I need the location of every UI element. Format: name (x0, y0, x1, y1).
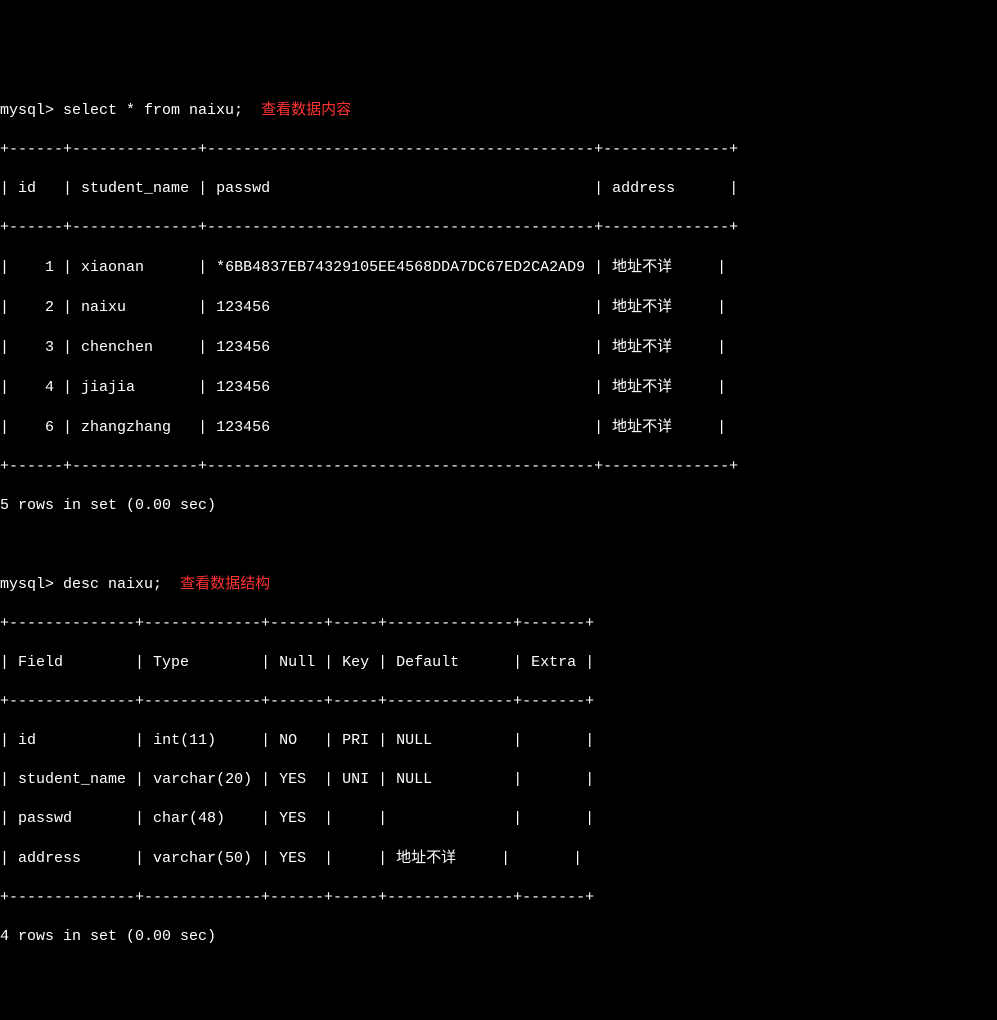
query2-command-line: mysql> desc naixu; 查看数据结构 (0, 574, 997, 595)
mysql-prompt: mysql> (0, 576, 54, 593)
table2-row: | address | varchar(50) | YES | | 地址不详 |… (0, 848, 997, 869)
col-id: id (18, 180, 36, 197)
col-null: Null (279, 654, 315, 671)
query2-annotation: 查看数据结构 (180, 575, 270, 592)
table1-border-top: +------+--------------+-----------------… (0, 140, 997, 160)
table2-border-top: +--------------+-------------+------+---… (0, 614, 997, 634)
col-student-name: student_name (81, 180, 189, 197)
table1-row: | 4 | jiajia | 123456 | 地址不详 | (0, 377, 997, 398)
query2-sql: desc naixu; (63, 576, 162, 593)
table1-border-bottom: +------+--------------+-----------------… (0, 457, 997, 477)
table1-row: | 1 | xiaonan | *6BB4837EB74329105EE4568… (0, 257, 997, 278)
table2-row: | student_name | varchar(20) | YES | UNI… (0, 770, 997, 790)
table2-row: | passwd | char(48) | YES | | | | (0, 809, 997, 829)
col-field: Field (18, 654, 63, 671)
table1-header: | id | student_name | passwd | address | (0, 179, 997, 199)
table2-header: | Field | Type | Null | Key | Default | … (0, 653, 997, 673)
col-type: Type (153, 654, 189, 671)
terminal-output: mysql> select * from naixu; 查看数据内容 +----… (0, 80, 997, 966)
query1-command-line: mysql> select * from naixu; 查看数据内容 (0, 100, 997, 121)
table2-border-bottom: +--------------+-------------+------+---… (0, 888, 997, 908)
col-extra: Extra (531, 654, 576, 671)
mysql-prompt: mysql> (0, 102, 54, 119)
col-default: Default (396, 654, 459, 671)
table1-row: | 6 | zhangzhang | 123456 | 地址不详 | (0, 417, 997, 438)
col-key: Key (342, 654, 369, 671)
table1-row: | 3 | chenchen | 123456 | 地址不详 | (0, 337, 997, 358)
col-address: address (612, 180, 675, 197)
query2-footer: 4 rows in set (0.00 sec) (0, 927, 997, 947)
table1-border-mid: +------+--------------+-----------------… (0, 218, 997, 238)
query1-footer: 5 rows in set (0.00 sec) (0, 496, 997, 516)
table1-row: | 2 | naixu | 123456 | 地址不详 | (0, 297, 997, 318)
table2-row: | id | int(11) | NO | PRI | NULL | | (0, 731, 997, 751)
query1-sql: select * from naixu; (63, 102, 243, 119)
query1-annotation: 查看数据内容 (261, 101, 351, 118)
table2-border-mid: +--------------+-------------+------+---… (0, 692, 997, 712)
blank-line (0, 535, 997, 555)
col-passwd: passwd (216, 180, 270, 197)
